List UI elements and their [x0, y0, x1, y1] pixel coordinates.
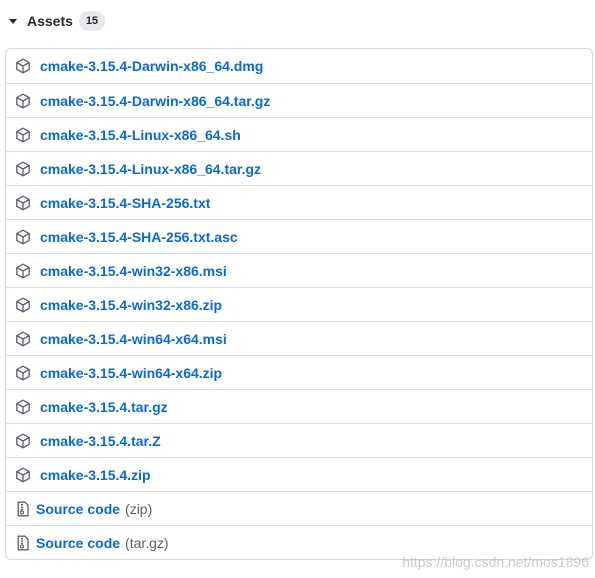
source-code-format: (tar.gz)	[125, 534, 169, 551]
source-code-link[interactable]: Source code	[36, 501, 120, 517]
asset-row[interactable]: cmake-3.15.4-Darwin-x86_64.dmg	[6, 49, 592, 83]
package-icon	[15, 365, 31, 381]
asset-link[interactable]: cmake-3.15.4-win32-x86.msi	[40, 263, 227, 279]
file-zip-icon	[15, 535, 31, 551]
assets-title: Assets	[27, 13, 73, 29]
package-icon	[15, 467, 31, 483]
asset-link[interactable]: cmake-3.15.4-win32-x86.zip	[40, 297, 222, 313]
asset-link[interactable]: cmake-3.15.4.tar.Z	[40, 433, 161, 449]
asset-row[interactable]: cmake-3.15.4-Darwin-x86_64.tar.gz	[6, 83, 592, 117]
asset-link[interactable]: cmake-3.15.4-win64-x64.msi	[40, 331, 227, 347]
watermark: https://blog.csdn.net/mos1896	[402, 554, 589, 570]
asset-link[interactable]: cmake-3.15.4-win64-x64.zip	[40, 365, 222, 381]
package-icon	[15, 399, 31, 415]
assets-list: cmake-3.15.4-Darwin-x86_64.dmg cmake-3.15…	[5, 48, 593, 560]
asset-link[interactable]: cmake-3.15.4-Linux-x86_64.tar.gz	[40, 161, 261, 177]
asset-row[interactable]: cmake-3.15.4-win64-x64.zip	[6, 355, 592, 389]
package-icon	[15, 297, 31, 313]
source-code-row[interactable]: Source code (zip)	[6, 491, 592, 525]
source-code-format: (zip)	[125, 500, 153, 517]
asset-row[interactable]: cmake-3.15.4-win32-x86.msi	[6, 253, 592, 287]
source-code-link[interactable]: Source code	[36, 535, 120, 551]
asset-row[interactable]: cmake-3.15.4-win32-x86.zip	[6, 287, 592, 321]
asset-row[interactable]: cmake-3.15.4-SHA-256.txt	[6, 185, 592, 219]
asset-row[interactable]: cmake-3.15.4-win64-x64.msi	[6, 321, 592, 355]
asset-row[interactable]: cmake-3.15.4.tar.gz	[6, 389, 592, 423]
package-icon	[15, 331, 31, 347]
asset-link[interactable]: cmake-3.15.4.tar.gz	[40, 399, 168, 415]
package-icon	[15, 433, 31, 449]
package-icon	[15, 263, 31, 279]
package-icon	[15, 161, 31, 177]
asset-link[interactable]: cmake-3.15.4-SHA-256.txt	[40, 195, 210, 211]
asset-link[interactable]: cmake-3.15.4-SHA-256.txt.asc	[40, 229, 238, 245]
package-icon	[15, 195, 31, 211]
package-icon	[15, 229, 31, 245]
asset-link[interactable]: cmake-3.15.4.zip	[40, 467, 151, 483]
asset-link[interactable]: cmake-3.15.4-Linux-x86_64.sh	[40, 127, 241, 143]
assets-count-badge: 15	[78, 11, 106, 31]
package-icon	[15, 127, 31, 143]
caret-down-icon[interactable]	[9, 18, 17, 24]
asset-link[interactable]: cmake-3.15.4-Darwin-x86_64.tar.gz	[40, 93, 270, 109]
file-zip-icon	[15, 501, 31, 517]
package-icon	[15, 93, 31, 109]
assets-header[interactable]: Assets 15	[6, 9, 106, 33]
asset-link[interactable]: cmake-3.15.4-Darwin-x86_64.dmg	[40, 58, 263, 74]
package-icon	[15, 58, 31, 74]
asset-row[interactable]: cmake-3.15.4-Linux-x86_64.tar.gz	[6, 151, 592, 185]
asset-row[interactable]: cmake-3.15.4.tar.Z	[6, 423, 592, 457]
asset-row[interactable]: cmake-3.15.4-SHA-256.txt.asc	[6, 219, 592, 253]
asset-row[interactable]: cmake-3.15.4-Linux-x86_64.sh	[6, 117, 592, 151]
asset-row[interactable]: cmake-3.15.4.zip	[6, 457, 592, 491]
